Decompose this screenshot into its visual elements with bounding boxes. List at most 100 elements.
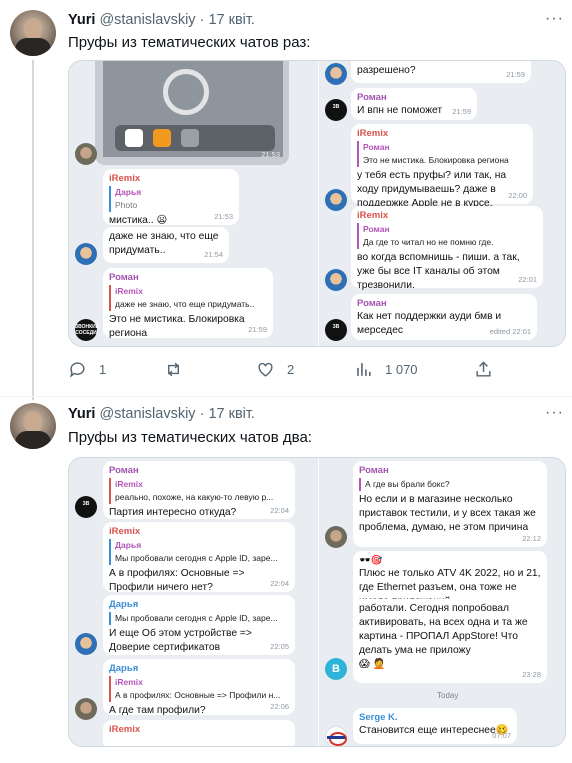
more-options-icon[interactable]: ··· [545, 404, 564, 422]
message-time: 21:59 [248, 325, 267, 334]
chat-avatar [75, 143, 97, 165]
message-sender: Роман [359, 465, 389, 476]
message-time: 21:54 [204, 250, 223, 259]
author-handle[interactable]: @stanislavskiy [99, 12, 195, 28]
chat-message: Роман А где вы брали бокс? Но если и в м… [353, 461, 547, 547]
chat-message: iRemix [103, 720, 295, 746]
tweet-text: Пруфы из тематических чатов два: [68, 429, 312, 446]
message-sender: Роман [109, 465, 139, 476]
message-text: у тебя есть пруфы? или так, на ходу прид… [357, 170, 507, 209]
quote-name: Роман [363, 224, 390, 234]
message-text: Но если и в магазине несколько приставок… [359, 494, 536, 533]
message-time: 22:04 [270, 506, 289, 515]
author-avatar[interactable] [10, 403, 56, 449]
author-name[interactable]: Yuri [68, 406, 95, 422]
quote-text: Это не мистика. Блокировка региона [363, 155, 509, 165]
quote-text: А в профилях: Основные => Профили н... [115, 690, 281, 700]
chat-screenshot-left[interactable]: 21:53 iRemix Дарья Photo мистика.. 😦 21:… [69, 61, 318, 346]
message-time: 22:12 [522, 534, 541, 543]
tweet-media[interactable]: 21:53 iRemix Дарья Photo мистика.. 😦 21:… [68, 60, 566, 347]
day-separator: Today [437, 691, 459, 700]
message-text: А где там профили? [109, 705, 206, 716]
quote-text: Да где то читал но не помню где. [363, 237, 494, 247]
chat-screenshot-right[interactable]: Роман А где вы брали бокс? Но если и в м… [319, 458, 565, 746]
reply-button[interactable]: 1 [68, 360, 106, 379]
chat-message: Роман iRemix реально, похоже, на какую-т… [103, 461, 295, 519]
message-sender: iRemix [109, 724, 141, 735]
message-sender: Дарья [109, 663, 139, 674]
message-time: 21:59 [506, 70, 525, 79]
share-icon [476, 361, 491, 377]
message-text: разрешено? [357, 65, 416, 76]
chat-avatar: ЗВ [75, 496, 97, 518]
chat-message: Роман iRemix даже не знаю, что еще приду… [103, 268, 273, 339]
quote-name: Дарья [115, 540, 142, 550]
tweet-actions: 1 2 1 070 [68, 360, 548, 382]
message-time: 22:06 [270, 702, 289, 711]
chat-avatar [325, 63, 347, 85]
share-button[interactable] [474, 360, 505, 379]
retweet-button[interactable] [164, 360, 195, 379]
quote-name: Дарья [115, 187, 142, 197]
tweet-media[interactable]: ЗВ Роман iRemix реально, похоже, на каку… [68, 457, 566, 747]
message-text: И еще Об этом устройстве => Доверие серт… [109, 628, 252, 653]
quote-text: даже не знаю, что еще придумать.. [115, 299, 255, 309]
chat-message: Serge K. Становится еще интереснее🥴 07:0… [353, 708, 517, 744]
author-name[interactable]: Yuri [68, 12, 95, 28]
tweet-header: Yuri @stanislavskiy · 17 квіт. [68, 12, 255, 28]
message-sender: Роман [357, 298, 387, 309]
chat-screenshot-right[interactable]: разрешено? 21:59 ЗВ Роман И впн не помож… [319, 61, 565, 346]
header-separator: · [199, 12, 205, 28]
chat-avatar: B [325, 658, 347, 680]
reply-count: 1 [99, 362, 107, 377]
message-sender: Роман [357, 92, 387, 103]
message-sender: Дарья [109, 599, 139, 610]
message-emoji: 😱 🤦 [359, 659, 386, 670]
quote-text: А где вы брали бокс? [365, 479, 450, 489]
chat-screenshot-left[interactable]: ЗВ Роман iRemix реально, похоже, на каку… [69, 458, 318, 746]
like-button[interactable]: 2 [256, 360, 294, 379]
message-sender: iRemix [109, 526, 141, 537]
author-avatar[interactable] [10, 10, 56, 56]
chat-message: iRemix Дарья Photo мистика.. 😦 21:53 [103, 169, 239, 226]
quote-name: iRemix [115, 479, 143, 489]
message-time: 23:28 [522, 670, 541, 679]
more-options-icon[interactable]: ··· [545, 10, 564, 28]
chat-avatar [75, 698, 97, 720]
quote-text: реально, похоже, на какую-то левую р... [115, 492, 274, 502]
retweet-icon [168, 362, 179, 377]
chat-avatar: ЗВОНКИЕ СОСЕДИ [75, 319, 99, 341]
tweet-date[interactable]: 17 квіт. [208, 406, 255, 422]
views-chart-icon [357, 363, 371, 376]
author-handle[interactable]: @stanislavskiy [99, 406, 195, 422]
chat-message: Роман И впн не поможет 21:59 [351, 88, 477, 120]
message-sender: iRemix [357, 210, 389, 221]
message-time: edited 22:01 [489, 327, 531, 336]
chat-message: iRemix Роман Да где то читал но не помню… [351, 206, 543, 291]
photo-time: 21:53 [261, 150, 280, 159]
quote-name: iRemix [115, 677, 143, 687]
chat-message: даже не знаю, что еще придумать.. 21:54 [103, 227, 229, 263]
message-time: 21:59 [452, 107, 471, 116]
chat-avatar [325, 269, 347, 291]
views-button[interactable]: 1 070 [354, 360, 418, 379]
message-text: Партия интересно откуда? [109, 507, 237, 518]
views-count: 1 070 [385, 362, 418, 377]
tweet-1[interactable]: Yuri @stanislavskiy · 17 квіт. ··· Пруфы… [0, 0, 572, 400]
message-sender: Serge K. [359, 712, 398, 723]
message-sender: iRemix [109, 173, 141, 184]
header-separator: · [199, 406, 205, 422]
chat-avatar [75, 633, 97, 655]
chat-message: разрешено? 21:59 [351, 61, 531, 83]
tweet-text: Пруфы из тематических чатов раз: [68, 34, 311, 51]
message-sender: 🕶️🎯 [359, 555, 383, 566]
chat-avatar [325, 526, 347, 548]
like-count: 2 [287, 362, 295, 377]
chat-message: iRemix Дарья Мы пробовали сегодня с Appl… [103, 522, 295, 593]
quote-name: Роман [363, 142, 390, 152]
chat-message: Дарья Мы пробовали сегодня с Apple ID, з… [103, 595, 295, 655]
tweet-date[interactable]: 17 квіт. [208, 12, 255, 28]
message-text: А в профилях: Основные => Профили ничего… [109, 568, 245, 593]
tweet-2[interactable]: Yuri @stanislavskiy · 17 квіт. ··· Пруфы… [0, 397, 572, 763]
quote-text: Мы пробовали сегодня с Apple ID, заре... [115, 613, 278, 623]
